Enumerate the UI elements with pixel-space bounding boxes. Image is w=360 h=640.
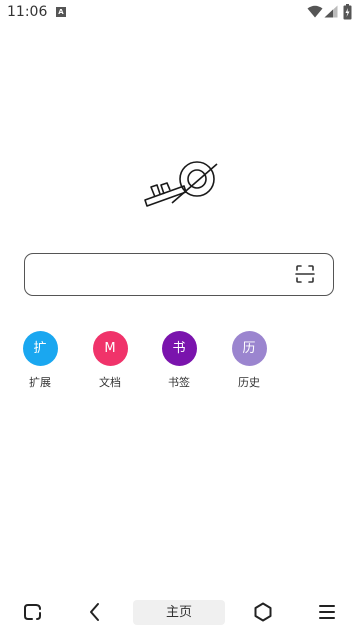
key-logo-icon: [144, 161, 218, 207]
wifi-icon: [307, 5, 323, 18]
battery-icon: [343, 4, 352, 20]
shortcut-history[interactable]: 历 历史: [224, 331, 274, 390]
shortcut-label: 扩展: [29, 376, 51, 389]
home-tab[interactable]: 主页: [133, 600, 225, 625]
shortcut-label: 文档: [99, 376, 121, 389]
notification-a-icon: A: [56, 7, 66, 17]
menu-icon[interactable]: [315, 600, 339, 624]
shortcut-bookmarks[interactable]: 书 书签: [154, 331, 204, 390]
shortcut-label: 书签: [168, 376, 190, 389]
documents-badge: M: [92, 331, 128, 366]
bottom-nav: 主页: [0, 592, 360, 640]
shortcut-extensions[interactable]: 扩 扩展: [15, 331, 65, 390]
home-icon[interactable]: [251, 600, 275, 624]
history-badge: 历: [231, 331, 267, 366]
back-icon[interactable]: [83, 600, 107, 624]
extensions-badge: 扩: [22, 331, 58, 366]
browser-home-screen: 11:06 A 扩 扩展 M 文档 书 书签 历 历史 主页: [0, 0, 360, 640]
tabs-icon[interactable]: [21, 600, 45, 624]
shortcut-label: 历史: [238, 376, 260, 389]
cell-signal-icon: [324, 5, 338, 18]
status-time: 11:06: [7, 4, 48, 20]
status-bar: 11:06 A: [0, 0, 360, 24]
scan-icon[interactable]: [295, 264, 315, 284]
shortcut-documents[interactable]: M 文档: [85, 331, 135, 390]
bookmarks-badge: 书: [161, 331, 197, 366]
search-input[interactable]: [24, 253, 334, 296]
